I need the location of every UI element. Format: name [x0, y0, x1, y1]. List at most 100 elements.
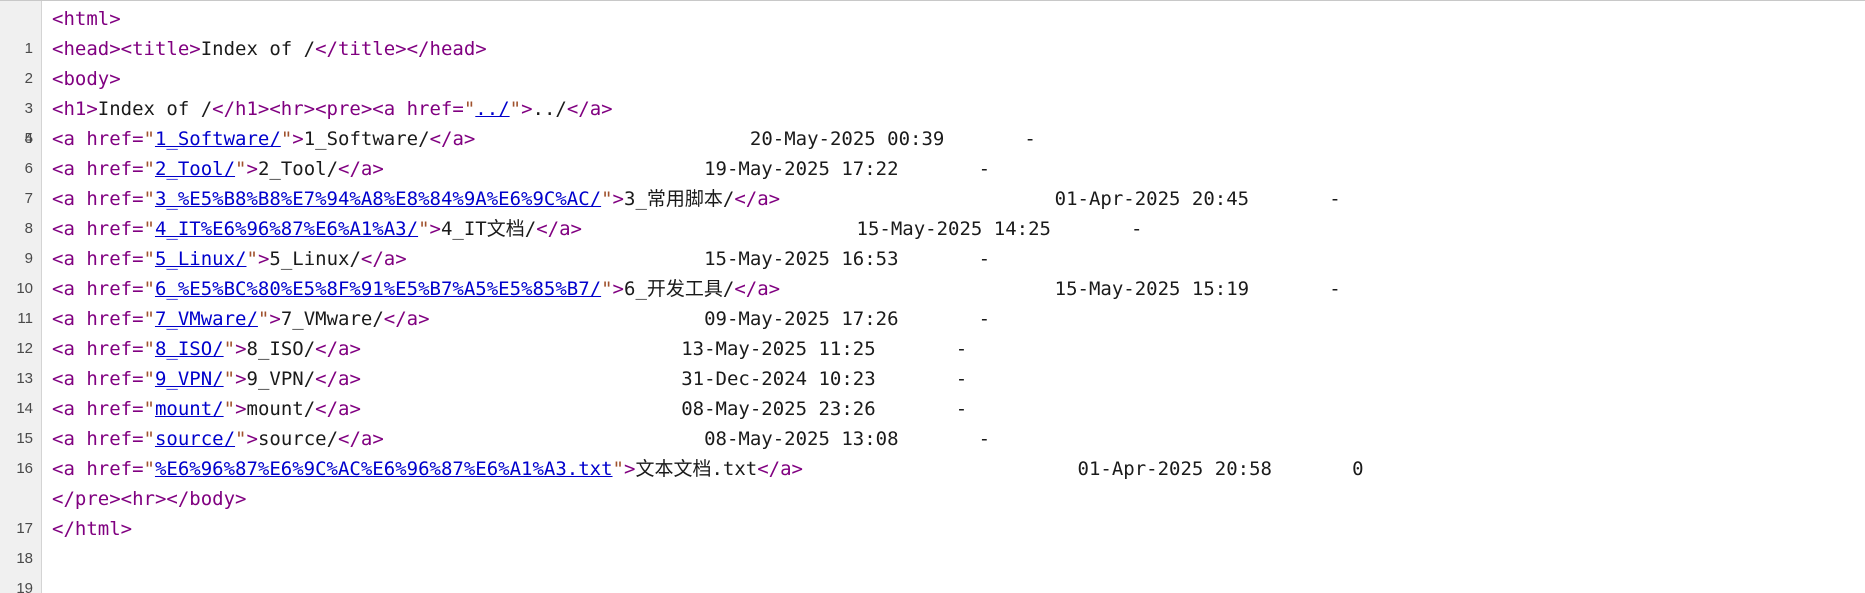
entry-date: 19-May-2025 17:22: [704, 158, 899, 180]
entry-size: -: [955, 398, 968, 420]
code-line: 2 <head><title>Index of /</title></head>: [0, 34, 1865, 87]
h1-open-tag: <h1>: [52, 98, 98, 120]
entry-size: -: [1131, 218, 1143, 240]
a-close-tag: </a>: [338, 428, 384, 450]
entry-size: -: [978, 308, 991, 330]
quote: ": [612, 458, 624, 480]
a-close-tag: </a>: [757, 458, 803, 480]
entry-href-link[interactable]: mount/: [155, 398, 224, 420]
entry-href-link[interactable]: 5_Linux/: [155, 248, 247, 270]
a-close-tag: </a>: [734, 278, 781, 300]
code-area[interactable]: 1 <html> 2 <head><title>Index of /</titl…: [0, 4, 1865, 593]
entry-href-link[interactable]: 1_Software/: [155, 128, 281, 150]
column-padding: [430, 308, 705, 330]
tag-bracket: >: [521, 98, 533, 120]
tag-bracket: >: [269, 308, 281, 330]
code-line: 12 <a href="8_ISO/">8_ISO/</a> 13-May-202…: [0, 334, 1865, 364]
line-number: 13: [16, 370, 33, 387]
tag-bracket: >: [612, 278, 624, 300]
a-open-tag: <a href=: [52, 278, 144, 300]
entry-date: 09-May-2025 17:26: [704, 308, 899, 330]
column-padding: [876, 398, 956, 420]
quote: ": [280, 128, 293, 150]
column-padding: [899, 308, 979, 330]
entry-href-link[interactable]: 7_VMware/: [155, 308, 258, 330]
quote: ": [246, 248, 258, 270]
column-padding: [899, 158, 979, 180]
tag-bracket: >: [612, 188, 624, 210]
line-number: 10: [16, 280, 33, 297]
entry-size: -: [1024, 128, 1036, 150]
code-line: 10 <a href="6_%E5%BC%80%E5%8F%91%E5%B7%A5…: [0, 274, 1865, 304]
entry-size: -: [978, 428, 991, 450]
tag-bracket: >: [235, 338, 247, 360]
line-number: 8: [24, 220, 33, 237]
head-title-close-tags: </title></head>: [315, 38, 487, 60]
a-open-tag: <a href=: [52, 158, 144, 180]
column-padding: [944, 128, 1024, 150]
entry-name: 4_IT文档/: [440, 218, 537, 240]
entry-name: mount/: [246, 398, 316, 420]
entry-name: 文本文档.txt: [635, 458, 758, 480]
entry-href-link[interactable]: 4_IT%E6%96%87%E6%A1%A3/: [155, 218, 418, 240]
code-line: 15 <a href="source/">source/</a> 08-May-2…: [0, 424, 1865, 454]
column-padding: [361, 368, 681, 390]
quote: ": [463, 98, 476, 120]
source-viewer[interactable]: 1 <html> 2 <head><title>Index of /</titl…: [0, 0, 1865, 593]
quote: ": [235, 158, 247, 180]
body-open-tag: <body>: [52, 68, 121, 90]
entry-href-link[interactable]: source/: [155, 428, 235, 450]
entry-href-link[interactable]: 6_%E5%BC%80%E5%8F%91%E5%B7%A5%E5%85%B7/: [155, 278, 601, 300]
pre-hr-body-close-tags: </pre><hr></body>: [52, 488, 247, 510]
a-close-tag: </a>: [360, 248, 407, 270]
line-number: 6: [24, 160, 33, 177]
tag-bracket: >: [257, 248, 270, 270]
a-close-tag: </a>: [315, 368, 361, 390]
a-close-tag: </a>: [429, 128, 476, 150]
quote: ": [223, 398, 236, 420]
a-close-tag: </a>: [315, 338, 361, 360]
column-padding: [361, 398, 681, 420]
quote: ": [143, 188, 155, 210]
code-line: 7 <a href="3_%E5%B8%B8%E7%94%A8%E8%84%9A%…: [0, 184, 1865, 214]
quote: ": [601, 278, 613, 300]
a-close-tag: </a>: [315, 398, 361, 420]
code-line: 9 <a href="5_Linux/">5_Linux/</a> 15-May-…: [0, 244, 1865, 274]
column-padding: [384, 428, 704, 450]
line-number: 11: [17, 310, 33, 327]
entry-href-link[interactable]: 8_ISO/: [155, 338, 224, 360]
entry-size: -: [1329, 188, 1341, 210]
tag-bracket: >: [235, 368, 247, 390]
html-close-tag: </html>: [52, 518, 133, 540]
tag-bracket: >: [246, 428, 258, 450]
entry-size: -: [978, 248, 991, 270]
entry-date: 15-May-2025 16:53: [704, 248, 899, 270]
line-number: 9: [24, 250, 33, 267]
code-line: 13 <a href="9_VPN/">9_VPN/</a> 31-Dec-202…: [0, 364, 1865, 394]
column-padding: [1249, 188, 1329, 210]
line-number: 15: [16, 430, 33, 447]
entry-date: 08-May-2025 13:08: [704, 428, 899, 450]
line-number: 12: [16, 340, 33, 357]
column-padding: [803, 458, 1078, 480]
tag-bracket: >: [246, 158, 258, 180]
column-padding: [1249, 278, 1329, 300]
code-line: 1 <html>: [0, 4, 1865, 57]
parent-dir-href-link[interactable]: ../: [475, 98, 509, 120]
entry-name: 3_常用脚本/: [624, 188, 735, 210]
entry-href-link[interactable]: %E6%96%87%E6%9C%AC%E6%96%87%E6%A1%A3.txt: [155, 458, 613, 480]
quote: ": [509, 98, 522, 120]
entry-href-link[interactable]: 9_VPN/: [155, 368, 224, 390]
column-padding: [384, 158, 704, 180]
quote: ": [143, 278, 155, 300]
entry-name: 8_ISO/: [246, 338, 316, 360]
column-padding: [899, 428, 979, 450]
quote: ": [143, 308, 155, 330]
quote: ": [143, 398, 155, 420]
quote: ": [235, 428, 247, 450]
tag-bracket: >: [235, 398, 247, 420]
code-line: 19: [0, 544, 1865, 593]
entry-href-link[interactable]: 2_Tool/: [155, 158, 235, 180]
line-number: 5: [24, 130, 33, 147]
entry-href-link[interactable]: 3_%E5%B8%B8%E7%94%A8%E8%84%9A%E6%9C%AC/: [155, 188, 601, 210]
